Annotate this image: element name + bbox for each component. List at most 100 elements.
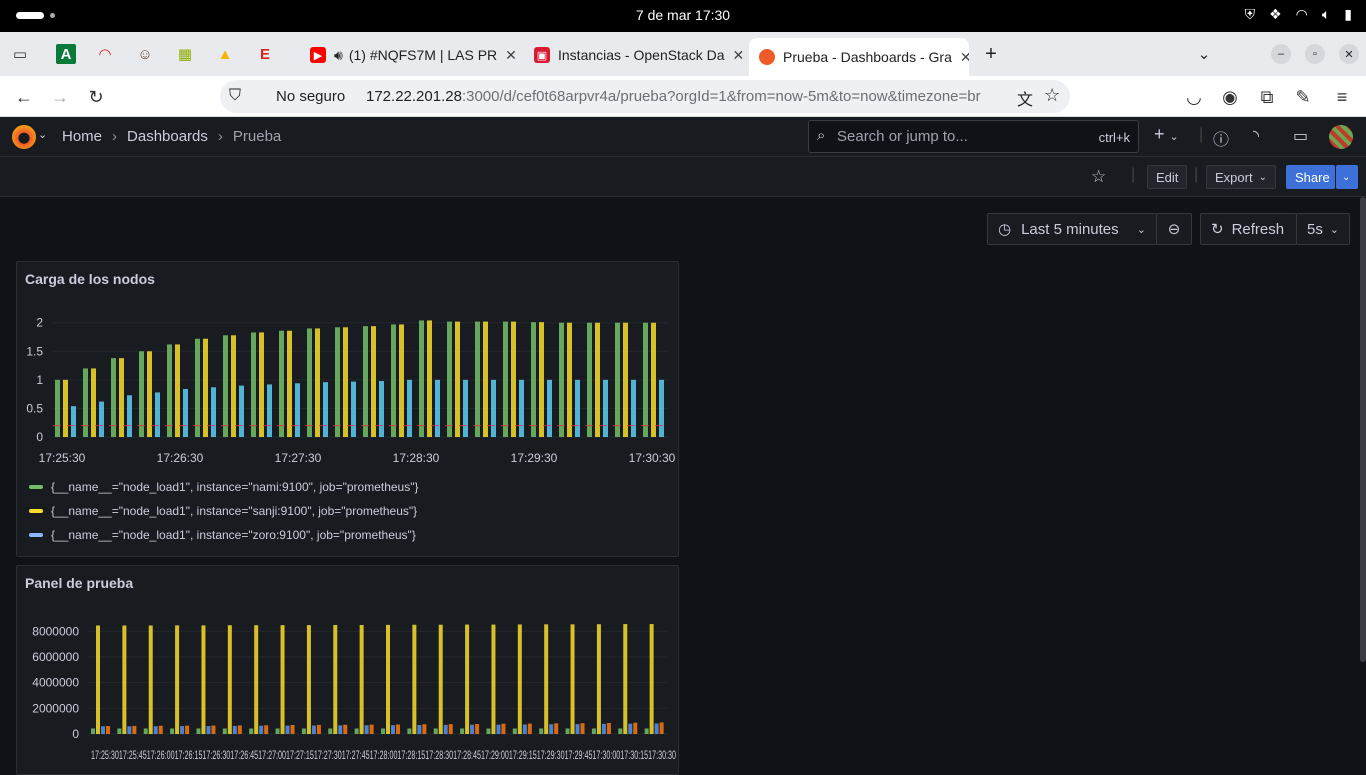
breadcrumb-current: Prueba <box>232 128 282 145</box>
address-bar[interactable]: ⛉ No seguro 172.22.201.28:3000/d/cef0t68… <box>220 80 1070 113</box>
minimize-icon[interactable]: – <box>1271 44 1291 64</box>
search-input[interactable]: ⌕ Search or jump to... ctrl+k <box>808 120 1139 153</box>
bar-s3 <box>153 726 158 734</box>
share-button[interactable]: Share <box>1286 165 1335 189</box>
tab-list-chevron-icon[interactable]: ⌄ <box>1194 44 1214 64</box>
y-tick-label: 8000000 <box>32 624 79 638</box>
chevron-down-icon: ⌄ <box>1136 223 1146 236</box>
translate-icon[interactable]: 文 <box>1017 86 1033 110</box>
bar-s2 <box>227 625 232 734</box>
legend-item[interactable]: {__name__="node_load1", instance="nami:9… <box>29 480 419 494</box>
close-window-icon[interactable]: ✕ <box>1339 44 1359 64</box>
chevron-down-icon: ⌄ <box>1258 171 1267 183</box>
bar-s2 <box>596 624 601 734</box>
close-tab-icon[interactable]: ✕ <box>497 47 515 64</box>
bar-nami <box>587 322 592 437</box>
pocket-icon[interactable]: ◡ <box>1183 86 1205 108</box>
shield-icon[interactable]: ⛉ <box>229 87 241 105</box>
legend-swatch <box>29 509 43 513</box>
y-tick-label: 2 <box>36 316 43 330</box>
refresh-button[interactable]: ↻ Refresh <box>1200 213 1297 245</box>
legend-label: {__name__="node_load1", instance="sanji:… <box>51 504 418 518</box>
bar-s3 <box>443 724 448 734</box>
add-plus-icon[interactable]: + ⌄ <box>1154 124 1179 145</box>
browser-tab-bar: ▭ A ◠ ☺ ▦ ▲ E ▶ 🔊︎ (1) #NQFS7M | LAS PR … <box>0 32 1366 76</box>
menu-icon[interactable]: ≡ <box>1331 86 1353 108</box>
export-button[interactable]: Export ⌄ <box>1206 165 1276 189</box>
grafana-logo-icon[interactable] <box>12 125 36 149</box>
user-avatar[interactable] <box>1329 125 1353 149</box>
pinned-tab-green[interactable]: A <box>56 44 76 64</box>
bar-s3 <box>101 726 105 734</box>
favorite-star-icon[interactable]: ☆ <box>1091 167 1106 187</box>
bar-s3 <box>259 725 264 734</box>
chevron-down-icon[interactable]: ⌄ <box>38 128 47 141</box>
bookmark-star-icon[interactable]: ☆ <box>1044 85 1060 106</box>
grafana-top-bar: ⌄ Home › Dashboards › Prueba ⌕ Search or… <box>0 117 1366 157</box>
tab-grafana[interactable]: Prueba - Dashboards - Gra ✕ <box>749 38 969 76</box>
pinned-tab-trello[interactable]: ▦ <box>175 44 195 64</box>
breadcrumb-separator-icon: › <box>217 128 223 145</box>
load-bar-chart[interactable]: 0 0.5 1 1.5 2 17:25:30 17:26:30 17:27:30 17:28:3… <box>17 262 679 472</box>
bar-sanji <box>539 322 544 437</box>
close-tab-icon[interactable]: ✕ <box>952 49 969 66</box>
kiosk-mode-icon[interactable]: ▭ <box>1293 126 1308 146</box>
clock-icon: ◷ <box>998 221 1012 238</box>
help-icon[interactable]: ⓘ <box>1213 126 1229 150</box>
bar-s1 <box>143 728 148 734</box>
os-clock[interactable]: 7 de mar 17:30 <box>0 7 1366 23</box>
bar-s1 <box>117 728 122 734</box>
bar-s1 <box>591 728 596 734</box>
pinned-tab-redhat[interactable]: ◠ <box>95 44 115 64</box>
legend-item[interactable]: {__name__="node_load1", instance="sanji:… <box>29 504 417 518</box>
news-rss-icon[interactable]: ◝ <box>1253 126 1259 146</box>
os-top-bar: 7 de mar 17:30 ⛨ ❖ ◠ 🔈︎ ▮ <box>0 0 1366 32</box>
zoom-out-icon[interactable]: ⊖ <box>1156 213 1192 245</box>
account-icon[interactable]: ◉ <box>1219 86 1241 108</box>
bar-s3 <box>391 725 395 734</box>
bar-s2 <box>254 625 259 734</box>
divider: | <box>1194 166 1199 183</box>
extension-icon[interactable]: ✎ <box>1292 86 1314 108</box>
share-dropdown-chevron-icon[interactable]: ⌄ <box>1336 165 1358 189</box>
page-scrollbar[interactable] <box>1360 197 1366 662</box>
reload-icon[interactable]: ↻ <box>85 86 107 108</box>
bar-s2 <box>148 625 153 734</box>
url-text[interactable]: 172.22.201.28:3000/d/cef0t68arpvr4a/prue… <box>366 88 1006 105</box>
bar-zoro <box>603 379 608 437</box>
back-arrow-icon[interactable]: ← <box>13 86 35 108</box>
pinned-tab-e[interactable]: E <box>255 44 275 64</box>
bar-s4 <box>211 725 216 734</box>
system-tray[interactable]: ⛨ ❖ ◠ 🔈︎ ▮ <box>1245 6 1352 23</box>
extensions-icon[interactable]: ⧉ <box>1256 86 1278 108</box>
maximize-icon[interactable]: ▫ <box>1305 44 1325 64</box>
edit-button[interactable]: Edit <box>1147 165 1188 189</box>
bar-s2 <box>465 624 470 734</box>
tab-openstack[interactable]: ▣ Instancias - OpenStack Da ✕ <box>524 39 744 71</box>
breadcrumb-home[interactable]: Home <box>62 128 102 145</box>
y-tick-label: 0.5 <box>26 401 43 415</box>
bar-nami <box>55 379 60 437</box>
panel-carga-nodos[interactable]: Carga de los nodos 0 0.5 1 1.5 2 17:25:30 17:2… <box>16 261 679 557</box>
close-tab-icon[interactable]: ✕ <box>725 47 744 64</box>
breadcrumb-dashboards[interactable]: Dashboards <box>127 128 208 145</box>
test-bar-chart[interactable]: 0 2000000 4000000 6000000 8000000 17:25:3017:… <box>17 566 679 775</box>
refresh-interval-picker[interactable]: 5s ⌄ <box>1296 213 1350 245</box>
legend-item[interactable]: {__name__="node_load1", instance="zoro:9… <box>29 528 416 542</box>
new-tab-plus-icon[interactable]: + <box>981 43 1001 65</box>
panel-prueba[interactable]: Panel de prueba 0 2000000 4000000 6000000 80… <box>16 565 679 775</box>
forward-arrow-icon[interactable]: → <box>49 86 71 108</box>
pinned-tab-drive[interactable]: ▲ <box>215 44 235 64</box>
youtube-icon: ▶ <box>310 47 326 63</box>
bar-nami <box>335 327 340 437</box>
x-tick-label: 17:27:30 <box>275 451 322 465</box>
bar-s2 <box>517 624 522 734</box>
pinned-tab-avatar[interactable]: ☺ <box>135 44 155 64</box>
bar-s3 <box>338 725 343 734</box>
time-range-picker[interactable]: ◷ Last 5 minutes ⌄ <box>987 213 1157 245</box>
tab-youtube[interactable]: ▶ 🔊︎ (1) #NQFS7M | LAS PR ✕ <box>300 39 515 71</box>
dropbox-icon: ❖ <box>1269 6 1282 22</box>
tab-overview-icon[interactable]: ▭ <box>10 44 30 64</box>
security-label[interactable]: No seguro <box>276 88 345 105</box>
bar-s1 <box>539 728 544 734</box>
